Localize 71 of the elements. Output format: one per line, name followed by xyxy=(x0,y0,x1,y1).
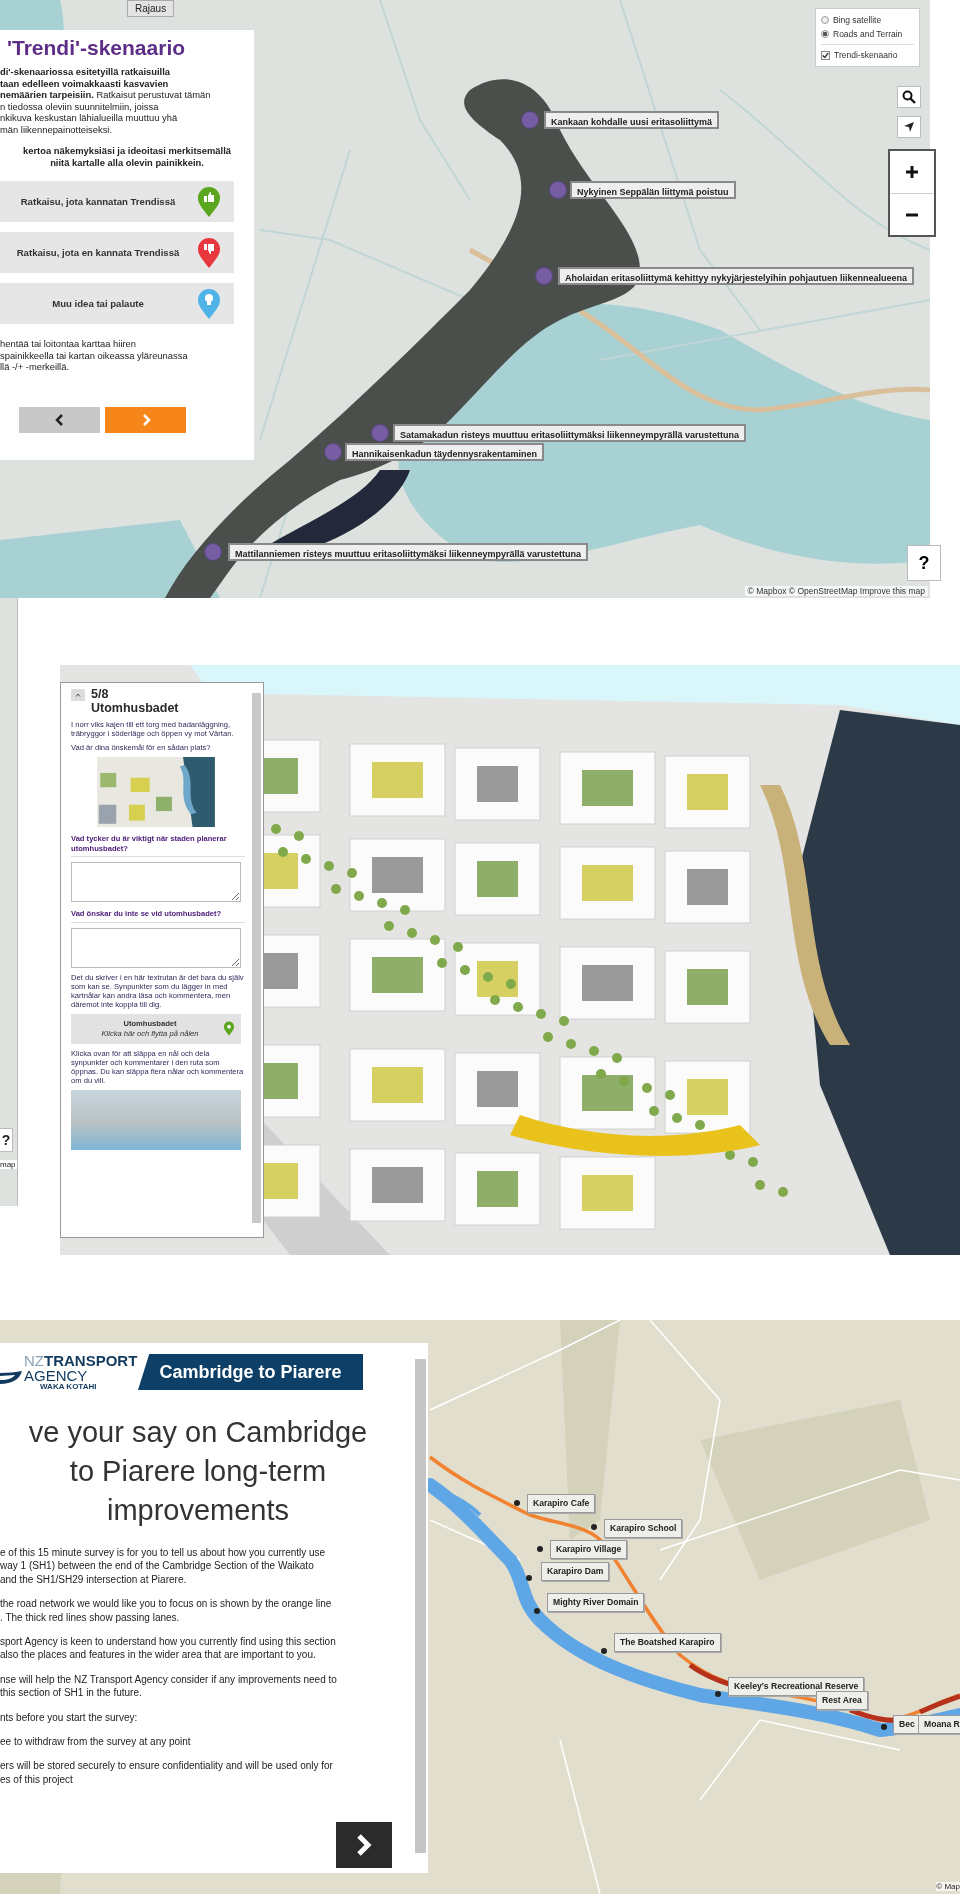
layer-label: Roads and Terrain xyxy=(833,29,903,39)
chevron-right-icon xyxy=(140,413,151,426)
place-marker[interactable] xyxy=(881,1724,887,1730)
layer-label: Bing satellite xyxy=(833,15,882,25)
survey-paragraph: sport Agency is keen to understand how you currently find using this section also the places and features in the wider area that are important to you. xyxy=(0,1635,337,1662)
navigation-arrow-icon xyxy=(903,121,915,133)
panel-title: Utomhusbadet xyxy=(91,701,179,715)
marker-label: Kankaan kohdalle uusi eritasoliittymä xyxy=(544,111,720,129)
place-label: Rest Area xyxy=(816,1691,868,1710)
radio-button[interactable] xyxy=(821,30,829,38)
chevron-left-icon xyxy=(54,413,65,426)
agency-logo: NZTRANSPORT AGENCY WAKA KOTAHI xyxy=(0,1353,138,1391)
search-button[interactable] xyxy=(897,86,921,108)
marker-label: Satamakadun risteys muuttuu eritasoliittymäksi liikenneympyrällä varustettuna xyxy=(393,424,747,442)
pin-button[interactable]: Muu idea tai palaute xyxy=(0,283,234,324)
place-marker[interactable] xyxy=(526,1575,532,1581)
instruction-text: kertoa näkemyksiäsi ja ideoitasi merkitsemällä niitä kartalle alla olevin painikkein. xyxy=(22,145,232,169)
marker-label: Aholaidan eritasoliittymä kehittyy nykyjärjestelyihin pohjautuen liikennealueena xyxy=(558,267,915,285)
place-marker[interactable] xyxy=(514,1500,520,1506)
radio-button[interactable] xyxy=(821,16,829,24)
scrollbar[interactable] xyxy=(252,693,261,1223)
survey-paragraph: the road network we would like you to focus on is shown by the orange line . The thick red lines show passing lanes. xyxy=(0,1597,333,1625)
survey-paragraph: nse will help the NZ Transport Agency consider if any improvements need to this section of SH1 in the future. xyxy=(0,1672,338,1700)
place-label: Karapiro Cafe xyxy=(527,1494,596,1513)
place-marker[interactable] xyxy=(601,1648,607,1654)
place-label: The Boatshed Karapiro xyxy=(614,1633,721,1652)
answer-box[interactable] xyxy=(71,927,241,968)
place-label: Karapiro Village xyxy=(550,1540,628,1559)
marker-label: Mattilanniemen risteys muuttuu eritasoliittymäksi liikenneympyrällä varustettuna xyxy=(228,543,589,561)
place-label: Bec xyxy=(893,1715,921,1734)
place-label: Mighty River Domain xyxy=(547,1593,645,1612)
intro-paragraph: di'-skenaariossa esitetyillä ratkaisuilla taan edelleen voimakkaasti kasvavien nemäärien tarpeisiin. Ratkaisut perustuvat tämän n tiedossa oleviin suunnitelmiin, joissa nkikuva keskustan lähialueilla muuttuu yhä män liikennepainotteiseksi. xyxy=(0,66,212,135)
place-label: Karapiro Dam xyxy=(541,1562,610,1581)
minus-icon xyxy=(905,212,919,217)
survey-paragraph: ers will be stored securely to ensure confidentiality and will be used only for es of this project xyxy=(0,1759,334,1787)
map-attribution: map xyxy=(0,1160,17,1169)
next-button[interactable] xyxy=(336,1822,392,1868)
place-marker[interactable] xyxy=(591,1524,597,1530)
scrollbar[interactable] xyxy=(415,1359,426,1853)
pin-button[interactable]: Ratkaisu, jota en kannata Trendissä xyxy=(0,232,234,273)
place-label: Karapiro School xyxy=(604,1519,683,1538)
layer-label: Trendi-skenaario xyxy=(834,50,898,60)
back-button[interactable] xyxy=(71,689,85,701)
map-attribution[interactable]: © Mapbox © OpenStreetMap Improve this map xyxy=(744,586,928,596)
survey-heading: ve your say on Cambridge to Piarere long-term improvements xyxy=(27,1415,369,1528)
marker-label: Hannikaisenkadun täydennysrakentaminen xyxy=(345,443,545,461)
filter-button[interactable]: Rajaus xyxy=(127,0,175,17)
panel-title: 'Trendi'-skenaario xyxy=(7,36,187,60)
chevron-right-icon xyxy=(354,1833,374,1857)
step-counter: 5/8 xyxy=(91,687,110,701)
help-button[interactable]: ? xyxy=(907,545,941,581)
survey-paragraph: nts before you start the survey: xyxy=(0,1710,139,1725)
place-marker[interactable] xyxy=(534,1608,540,1614)
locate-button[interactable] xyxy=(897,116,921,138)
project-banner: Cambridge to Piarere xyxy=(138,1354,363,1390)
map-attribution[interactable]: © Map xyxy=(936,1882,960,1891)
zoom-hint-text: hentää tai loitontaa karttaa hiiren spainikkeella tai kartan oikeassa yläreunassa llä -/+ -merkeillä. xyxy=(0,338,189,373)
plus-icon xyxy=(905,165,919,179)
previous-button[interactable] xyxy=(19,406,100,433)
place-marker[interactable] xyxy=(715,1691,721,1697)
search-icon xyxy=(902,90,916,104)
place-marker[interactable] xyxy=(537,1546,543,1552)
checkbox[interactable] xyxy=(821,50,830,60)
survey-paragraph: e of this 15 minute survey is for you to tell us about how you currently use way 1 (SH1) between the end of the Cambridge Section of the Waikato and the SH1/SH29 intersection at Piarere. xyxy=(0,1546,327,1587)
chevron-up-icon xyxy=(75,692,81,698)
help-button[interactable]: ? xyxy=(0,1128,13,1152)
survey-paragraph: ee to withdraw from the survey at any point xyxy=(0,1735,192,1749)
place-label: Moana R xyxy=(918,1715,960,1734)
pin-button[interactable]: Ratkaisu, jota kannatan Trendissä xyxy=(0,181,234,222)
marker-label: Nykyinen Seppälän liittymä poistuu xyxy=(570,181,736,199)
answer-box[interactable] xyxy=(71,862,241,902)
